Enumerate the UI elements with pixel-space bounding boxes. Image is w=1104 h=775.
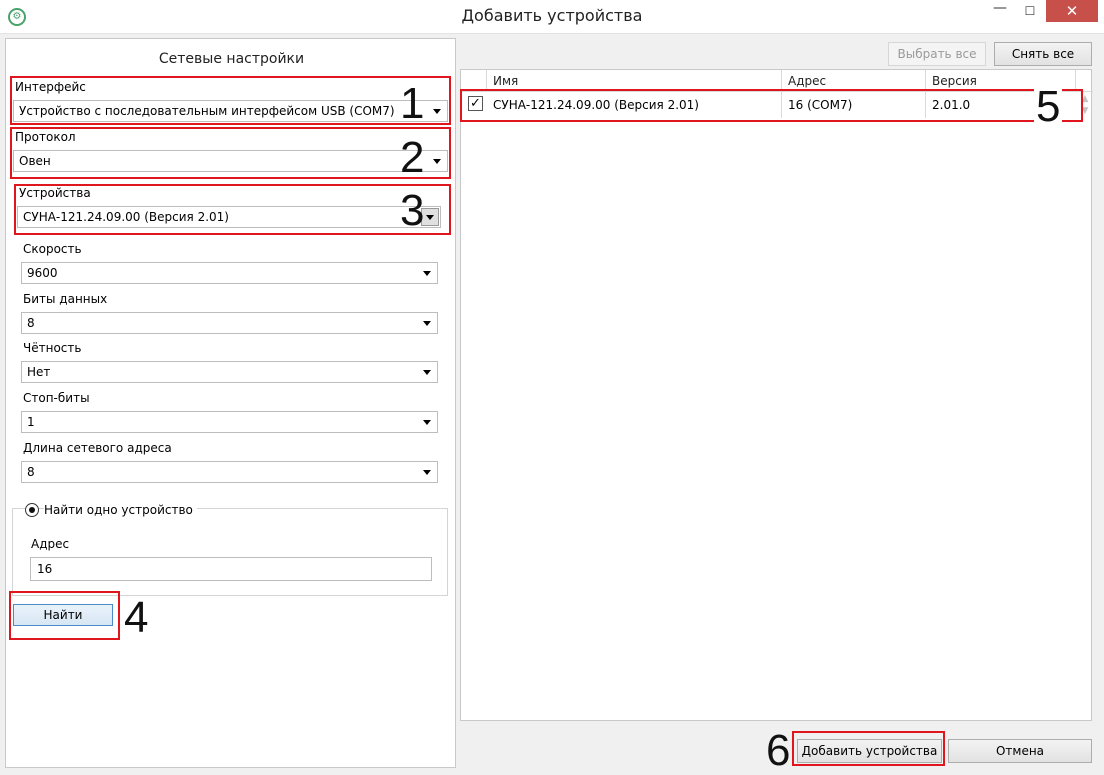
chevron-down-icon bbox=[423, 271, 431, 276]
annotation-2: 2 bbox=[400, 133, 425, 182]
select-all-button[interactable]: Выбрать все bbox=[888, 42, 986, 66]
highlight-box-3 bbox=[14, 184, 451, 235]
window-title: Добавить устройства bbox=[461, 6, 643, 25]
address-input[interactable]: 16 bbox=[30, 557, 432, 581]
highlight-box-6 bbox=[792, 731, 945, 766]
annotation-5: 5 bbox=[1034, 82, 1063, 131]
parity-value: Нет bbox=[27, 365, 51, 379]
address-length-value: 8 bbox=[27, 465, 35, 479]
find-one-radio-label: Найти одно устройство bbox=[44, 503, 197, 517]
clear-all-button[interactable]: Снять все bbox=[994, 42, 1092, 66]
annotation-1: 1 bbox=[400, 79, 425, 128]
radio-selected-dot bbox=[29, 507, 35, 513]
section-title: Сетевые настройки bbox=[158, 51, 305, 67]
annotation-6: 6 bbox=[766, 726, 791, 775]
annotation-4: 4 bbox=[124, 593, 149, 642]
chevron-down-icon bbox=[423, 470, 431, 475]
annotation-3: 3 bbox=[400, 186, 425, 235]
address-length-select[interactable]: 8 bbox=[21, 461, 438, 483]
address-label: Адрес bbox=[31, 537, 70, 551]
speed-label: Скорость bbox=[23, 242, 82, 256]
data-bits-label: Биты данных bbox=[23, 292, 108, 306]
address-length-label: Длина сетевого адреса bbox=[23, 441, 172, 455]
highlight-box-5 bbox=[460, 89, 1083, 122]
stop-bits-value: 1 bbox=[27, 415, 35, 429]
chevron-down-icon bbox=[423, 420, 431, 425]
find-one-groupbox bbox=[12, 508, 448, 596]
speed-select[interactable]: 9600 bbox=[21, 262, 438, 284]
highlight-box-1 bbox=[10, 76, 451, 125]
speed-value: 9600 bbox=[27, 266, 58, 280]
stop-bits-select[interactable]: 1 bbox=[21, 411, 438, 433]
cancel-button[interactable]: Отмена bbox=[948, 739, 1092, 763]
minimize-button[interactable]: — bbox=[985, 0, 1015, 22]
parity-select[interactable]: Нет bbox=[21, 361, 438, 383]
stop-bits-label: Стоп-биты bbox=[23, 391, 90, 405]
close-button[interactable]: ✕ bbox=[1046, 0, 1098, 22]
parity-label: Чётность bbox=[23, 341, 82, 355]
data-bits-select[interactable]: 8 bbox=[21, 312, 438, 334]
data-bits-value: 8 bbox=[27, 316, 35, 330]
devices-table: Имя Адрес Версия bbox=[460, 69, 1093, 721]
chevron-down-icon bbox=[423, 321, 431, 326]
maximize-button[interactable]: ☐ bbox=[1015, 0, 1045, 22]
chevron-down-icon bbox=[423, 370, 431, 375]
highlight-box-2 bbox=[10, 127, 451, 179]
highlight-box-4 bbox=[9, 591, 120, 640]
